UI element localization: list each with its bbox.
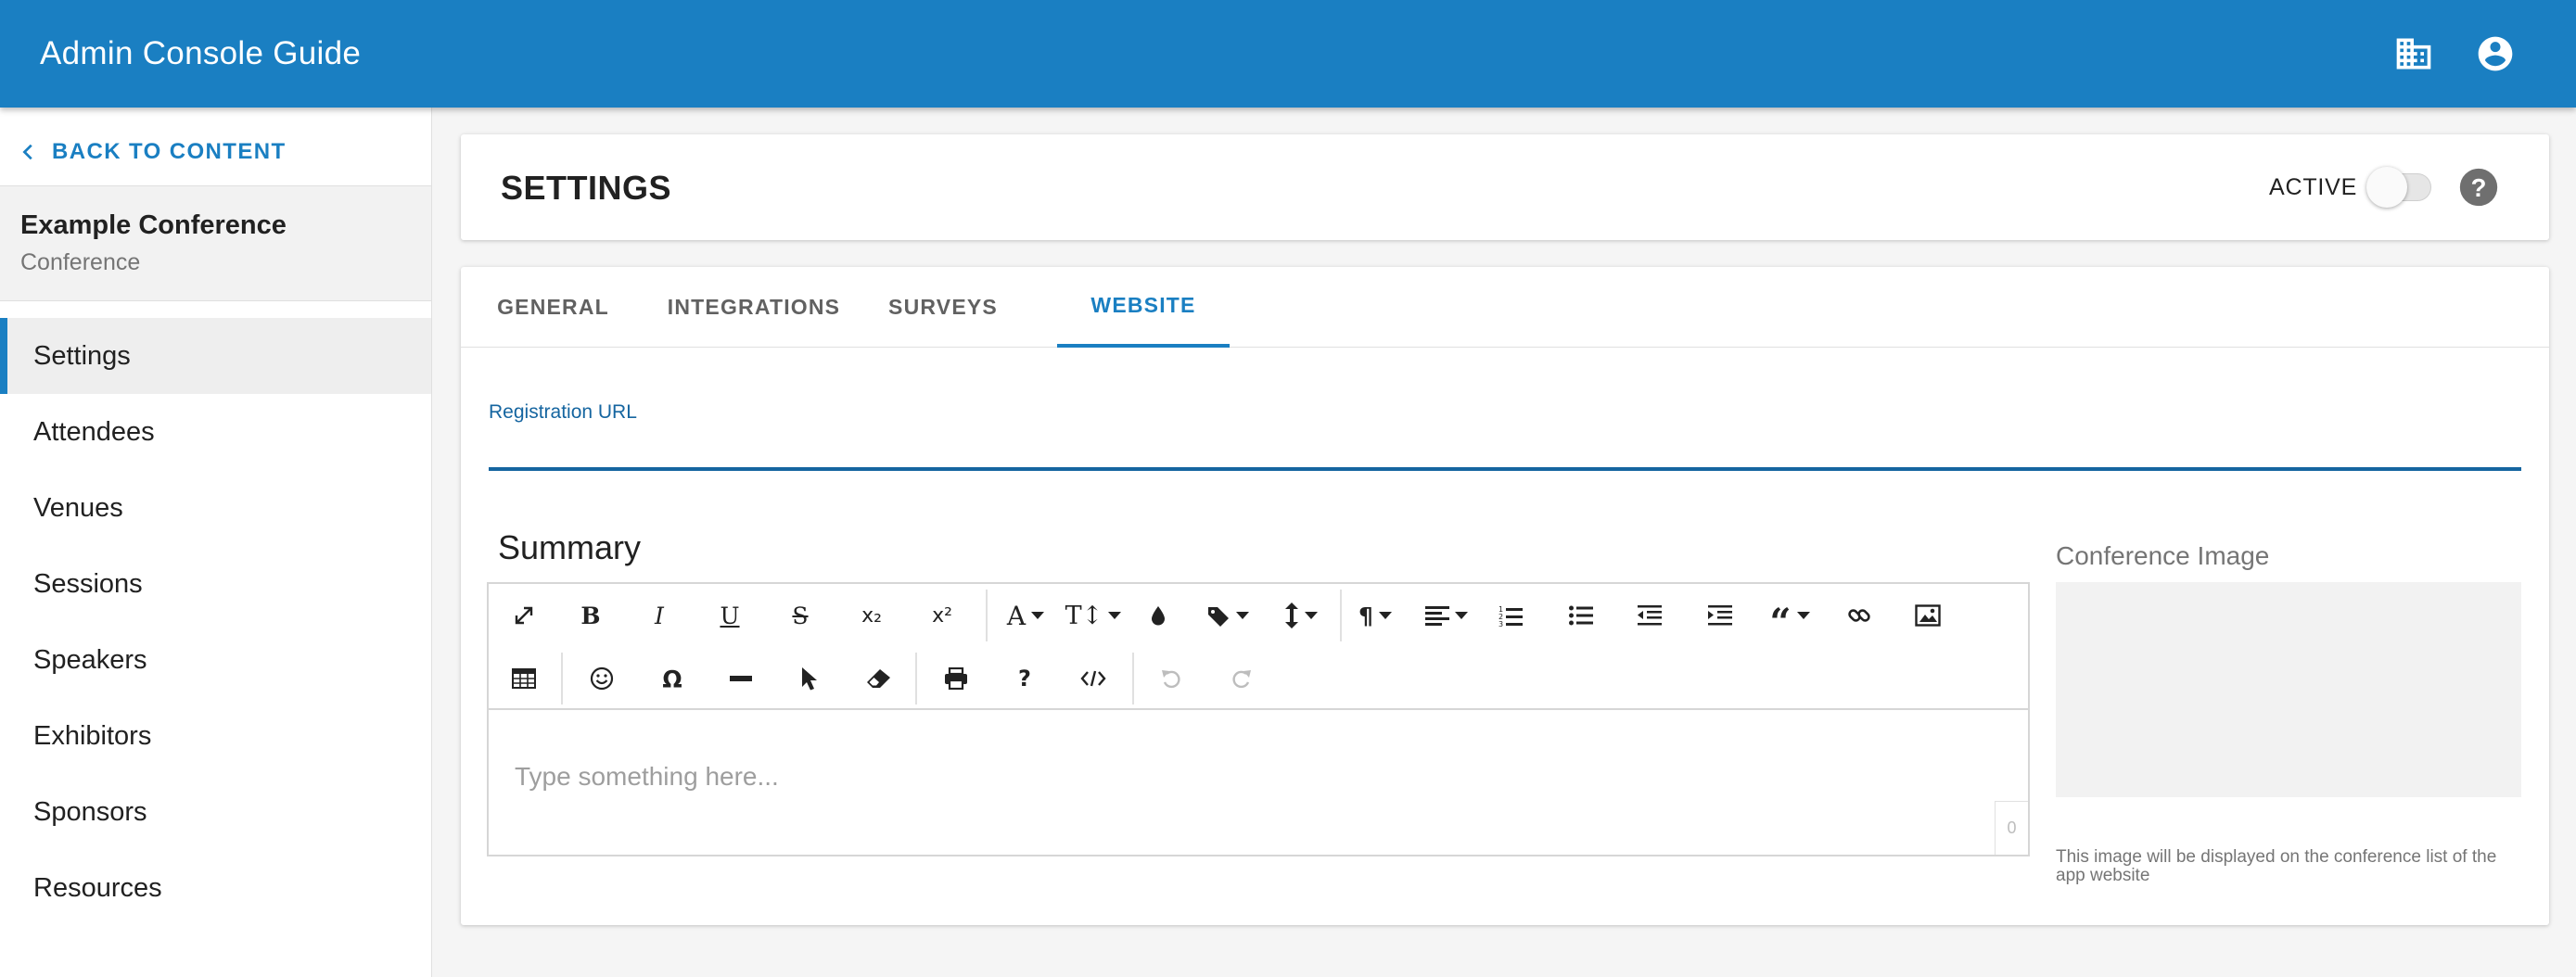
toolbar-separator	[1132, 653, 1134, 704]
sidebar-item-label: Venues	[33, 492, 123, 523]
sidebar-item-label: Settings	[33, 340, 131, 371]
conference-type: Conference	[20, 249, 141, 275]
editor-content-area[interactable]: Type something here... 0	[489, 710, 2028, 855]
toolbar-row: B I U S x₂ x² A T↕ ¶ 1 2 3 “	[489, 584, 2028, 647]
sidebar-item-attendees[interactable]: Attendees	[0, 394, 431, 470]
help-icon[interactable]: ?	[2458, 167, 2499, 208]
settings-header-card: SETTINGS ACTIVE ?	[461, 134, 2549, 240]
align-icon[interactable]	[1418, 584, 1475, 647]
building-icon[interactable]	[2393, 33, 2434, 74]
toggle-thumb	[2366, 167, 2407, 208]
help-icon[interactable]: ?	[1004, 647, 1045, 710]
app-bar: Admin Console Guide	[0, 0, 2576, 108]
sidebar-item-exhibitors[interactable]: Exhibitors	[0, 698, 431, 774]
text-color-icon[interactable]	[1138, 584, 1179, 647]
unordered-list-icon[interactable]	[1561, 584, 1601, 647]
sidebar-item-label: Sponsors	[33, 796, 147, 827]
summary-title: Summary	[498, 528, 642, 566]
underline-icon[interactable]: U	[709, 584, 750, 647]
sidebar-item-resources[interactable]: Resources	[0, 850, 431, 926]
fullscreen-icon[interactable]	[504, 584, 544, 647]
conference-image-help-text: This image will be displayed on the conf…	[2056, 847, 2497, 885]
sidebar-nav: Settings Attendees Venues Sessions Speak…	[0, 318, 431, 926]
outdent-icon[interactable]	[1629, 584, 1670, 647]
tab-label: INTEGRATIONS	[667, 295, 841, 319]
tab-integrations[interactable]: INTEGRATIONS	[645, 267, 862, 348]
toolbar-separator	[986, 590, 988, 641]
app-title: Admin Console Guide	[40, 35, 362, 71]
clear-formatting-icon[interactable]	[858, 647, 899, 710]
conference-image-dropzone[interactable]	[2056, 582, 2521, 797]
tab-website[interactable]: WEBSITE	[1057, 267, 1230, 348]
print-icon[interactable]	[936, 647, 976, 710]
editor-toolbar: B I U S x₂ x² A T↕ ¶ 1 2 3 “ Ω ?	[489, 584, 2028, 710]
sidebar-item-label: Resources	[33, 872, 162, 903]
sidebar: BACK TO CONTENT Example Conference Confe…	[0, 108, 432, 977]
conference-name: Example Conference	[20, 210, 287, 240]
sidebar-item-speakers[interactable]: Speakers	[0, 622, 431, 698]
tab-label: WEBSITE	[1090, 293, 1196, 317]
editor-placeholder: Type something here...	[515, 762, 779, 791]
toolbar-separator	[561, 653, 563, 704]
sidebar-item-sponsors[interactable]: Sponsors	[0, 774, 431, 850]
line-height-icon[interactable]	[1275, 584, 1327, 647]
sidebar-item-label: Speakers	[33, 644, 147, 675]
page-title: SETTINGS	[501, 169, 672, 207]
sidebar-item-label: Sessions	[33, 568, 143, 599]
settings-tabs: GENERAL INTEGRATIONS SURVEYS WEBSITE	[461, 267, 2549, 348]
redo-icon[interactable]	[1221, 647, 1262, 710]
italic-icon[interactable]: I	[639, 584, 680, 647]
select-all-icon[interactable]	[789, 647, 830, 710]
character-count: 0	[1995, 801, 2028, 855]
paragraph-format-icon[interactable]: ¶	[1349, 584, 1401, 647]
toolbar-row: Ω ?	[489, 647, 2028, 710]
code-view-icon[interactable]	[1073, 647, 1114, 710]
indent-icon[interactable]	[1700, 584, 1741, 647]
active-toggle[interactable]	[2366, 167, 2435, 208]
table-icon[interactable]	[504, 647, 544, 710]
active-label: ACTIVE	[2269, 174, 2358, 200]
conference-header: Example Conference Conference	[0, 185, 431, 301]
back-to-content-link[interactable]: BACK TO CONTENT	[19, 132, 287, 172]
toolbar-separator	[915, 653, 917, 704]
back-to-content-label: BACK TO CONTENT	[52, 139, 287, 164]
account-circle-icon[interactable]	[2475, 33, 2516, 74]
svg-text:3: 3	[1498, 620, 1503, 627]
ordered-list-icon[interactable]: 123	[1490, 584, 1531, 647]
image-icon[interactable]	[1907, 584, 1948, 647]
sidebar-item-label: Attendees	[33, 416, 155, 447]
special-character-icon[interactable]: Ω	[652, 647, 693, 710]
toolbar-separator	[1340, 590, 1342, 641]
superscript-icon[interactable]: x²	[919, 584, 965, 647]
svg-text:?: ?	[2471, 173, 2487, 202]
quote-icon[interactable]: “	[1759, 584, 1820, 647]
strikethrough-icon[interactable]: S	[780, 584, 821, 647]
font-size-icon[interactable]: T↕	[1062, 584, 1125, 647]
link-icon[interactable]	[1839, 584, 1880, 647]
undo-icon[interactable]	[1151, 647, 1192, 710]
emoticon-icon[interactable]	[581, 647, 622, 710]
bold-icon[interactable]: B	[570, 584, 611, 647]
tab-surveys[interactable]: SURVEYS	[862, 267, 1024, 348]
registration-url-label: Registration URL	[489, 401, 637, 423]
conference-image-label: Conference Image	[2056, 541, 2270, 570]
registration-url-input[interactable]	[489, 434, 2521, 471]
sidebar-item-venues[interactable]: Venues	[0, 470, 431, 546]
tab-label: GENERAL	[497, 295, 609, 319]
chevron-left-icon	[22, 144, 32, 160]
sidebar-item-sessions[interactable]: Sessions	[0, 546, 431, 622]
font-family-icon[interactable]: A	[997, 584, 1054, 647]
subscript-icon[interactable]: x₂	[848, 584, 895, 647]
sidebar-item-settings[interactable]: Settings	[0, 318, 431, 394]
tab-label: SURVEYS	[888, 295, 998, 319]
settings-content-card: GENERAL INTEGRATIONS SURVEYS WEBSITE Reg…	[461, 267, 2549, 925]
summary-rich-text-editor: B I U S x₂ x² A T↕ ¶ 1 2 3 “ Ω ? Type so…	[487, 582, 2030, 856]
sidebar-item-label: Exhibitors	[33, 720, 152, 751]
paragraph-style-icon[interactable]	[1197, 584, 1258, 647]
tab-general[interactable]: GENERAL	[461, 267, 645, 348]
horizontal-line-icon[interactable]	[721, 647, 761, 710]
